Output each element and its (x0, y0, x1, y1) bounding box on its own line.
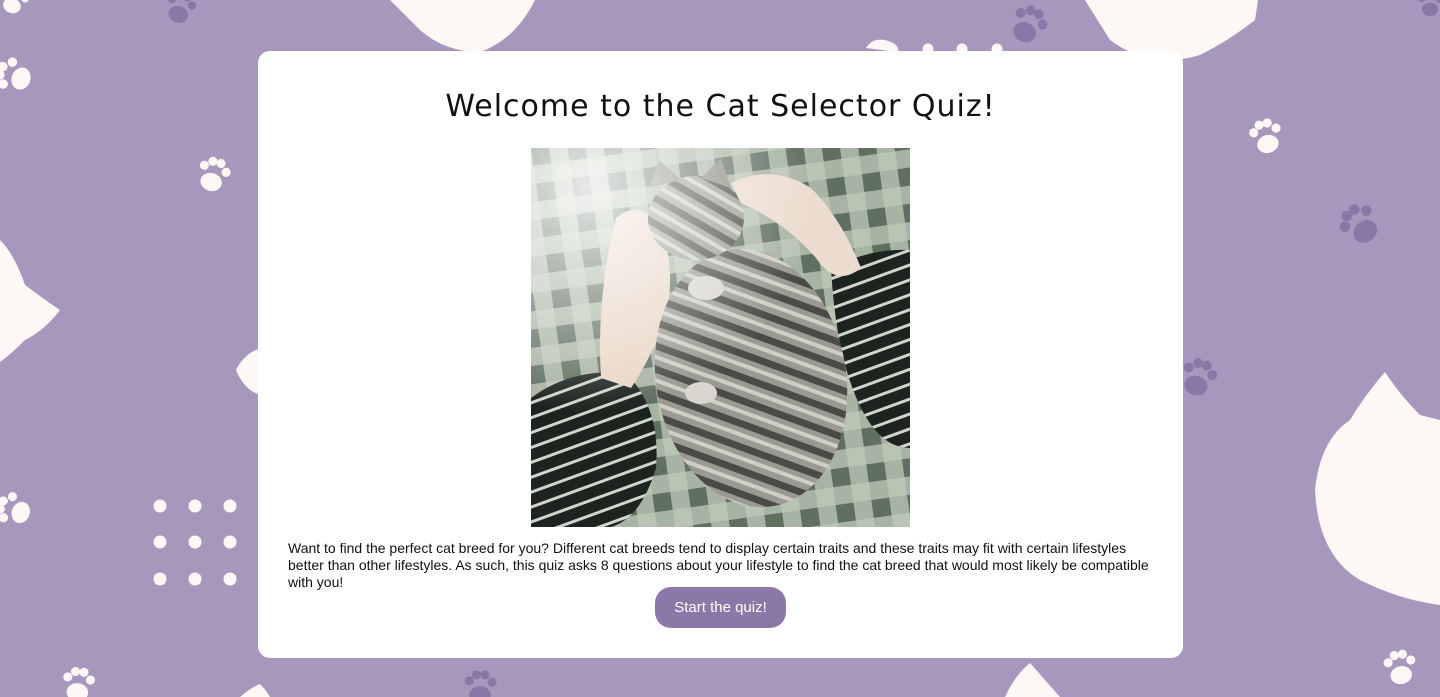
start-quiz-button[interactable]: Start the quiz! (655, 587, 786, 628)
quiz-intro-card: Welcome to the Cat Selector Quiz! Want t… (258, 51, 1183, 658)
cat-photo (531, 148, 910, 527)
quiz-description: Want to find the perfect cat breed for y… (288, 540, 1149, 590)
page-title: Welcome to the Cat Selector Quiz! (445, 89, 996, 124)
